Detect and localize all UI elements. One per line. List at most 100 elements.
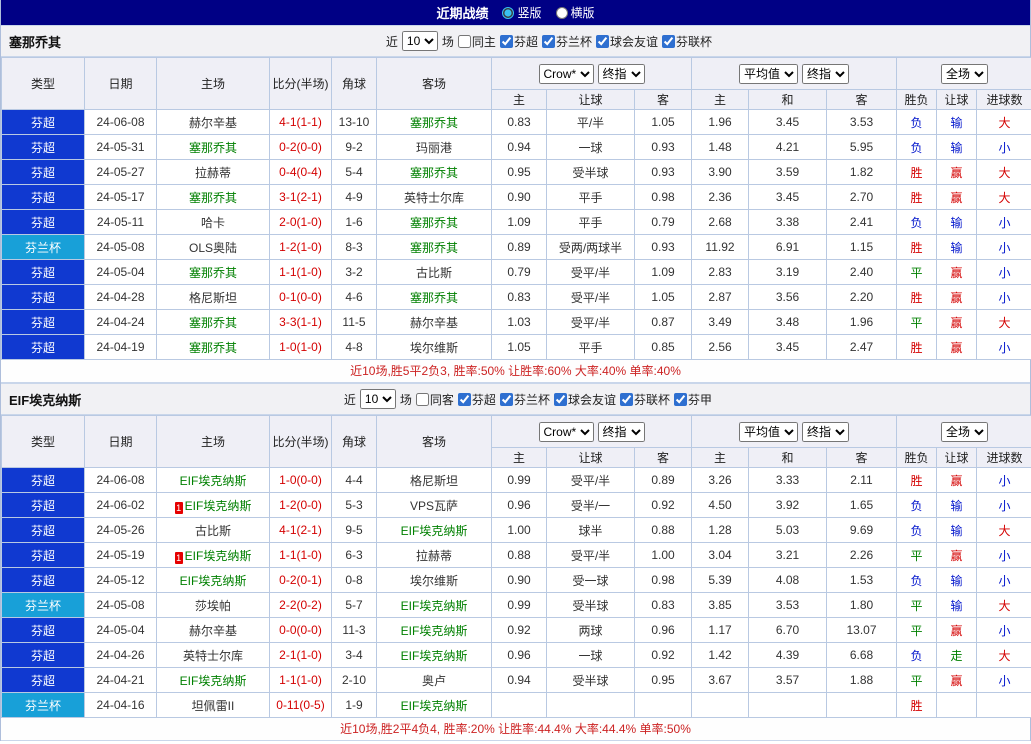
match-count-select[interactable]: 10 [401, 31, 438, 51]
period-select[interactable]: 全场 [941, 421, 989, 442]
home-team-cell[interactable]: 塞那乔其 [156, 334, 270, 360]
away-team-cell[interactable]: 奥卢 [376, 667, 492, 693]
average-select[interactable]: 平均值 [739, 63, 798, 84]
sub-col-header: 客 [634, 89, 692, 110]
average-select[interactable]: 平均值 [739, 421, 798, 442]
home-team-cell[interactable]: EIF埃克纳斯 [156, 567, 270, 593]
vertical-layout-radio[interactable] [502, 6, 515, 19]
result-cell: 胜 [896, 159, 938, 185]
corners-cell: 1-6 [331, 209, 377, 235]
league-filter-芬联杯[interactable]: 芬联杯 [661, 33, 712, 50]
home-team-cell[interactable]: 赫尔辛基 [156, 109, 270, 135]
bookmaker-select[interactable]: Crow* [538, 421, 594, 442]
goals-result-cell: 大 [976, 184, 1031, 210]
home-team-cell[interactable]: 赫尔辛基 [156, 617, 270, 643]
league-filter-球会友谊[interactable]: 球会友谊 [553, 391, 616, 408]
away-team-cell[interactable]: 英特士尔库 [376, 184, 492, 210]
league-checkbox[interactable] [541, 34, 555, 48]
away-team-cell[interactable]: 塞那乔其 [376, 159, 492, 185]
avg-away-cell: 13.07 [825, 617, 898, 643]
same-venue-filter[interactable]: 同主 [457, 33, 496, 50]
home-team-cell[interactable]: 格尼斯坦 [156, 284, 270, 310]
match-count-select[interactable]: 10 [359, 389, 396, 409]
away-team-cell[interactable]: 塞那乔其 [376, 234, 492, 260]
league-filter-芬联杯[interactable]: 芬联杯 [619, 391, 670, 408]
league-checkbox[interactable] [673, 392, 687, 406]
away-team-cell[interactable]: 拉赫蒂 [376, 542, 492, 568]
goals-result-cell: 小 [976, 542, 1031, 568]
away-team-cell[interactable]: 塞那乔其 [376, 209, 492, 235]
bookmaker-select[interactable]: Crow* [538, 63, 594, 84]
league-filter-label: 芬兰杯 [513, 392, 550, 407]
away-team-cell[interactable]: 玛丽港 [376, 134, 492, 160]
odds-stage-select-2[interactable]: 终指 [802, 63, 849, 84]
league-checkbox[interactable] [499, 34, 513, 48]
league-checkbox[interactable] [499, 392, 513, 406]
handicap-result-cell: 输 [936, 109, 978, 135]
away-team-cell[interactable]: 古比斯 [376, 259, 492, 285]
league-filter-芬兰杯[interactable]: 芬兰杯 [499, 391, 550, 408]
home-team-cell[interactable]: 莎埃帕 [156, 592, 270, 618]
home-team-cell[interactable]: EIF埃克纳斯 [156, 467, 270, 493]
league-checkbox[interactable] [661, 34, 675, 48]
league-filter-芬超[interactable]: 芬超 [457, 391, 496, 408]
away-team-cell[interactable]: 塞那乔其 [376, 109, 492, 135]
same-venue-filter[interactable]: 同客 [415, 391, 454, 408]
home-team-cell[interactable]: 英特士尔库 [156, 642, 270, 668]
layout-radio-vertical[interactable]: 竖版 [502, 4, 542, 21]
horizontal-layout-radio[interactable] [555, 6, 568, 19]
odds-group-bookmaker: Crow* 终指 [491, 57, 692, 90]
score-cell: 1-1(1-0) [269, 667, 332, 693]
home-team-cell[interactable]: 1 EIF埃克纳斯 [156, 492, 270, 518]
away-team-cell[interactable]: EIF埃克纳斯 [376, 592, 492, 618]
league-checkbox[interactable] [595, 34, 609, 48]
period-select[interactable]: 全场 [941, 63, 989, 84]
league-filter-球会友谊[interactable]: 球会友谊 [595, 33, 658, 50]
home-team-cell[interactable]: EIF埃克纳斯 [156, 667, 270, 693]
odds-stage-select-1[interactable]: 终指 [597, 63, 645, 84]
home-team-cell[interactable]: 拉赫蒂 [156, 159, 270, 185]
league-filter-芬超[interactable]: 芬超 [499, 33, 538, 50]
home-team-cell[interactable]: 古比斯 [156, 517, 270, 543]
away-team-cell[interactable]: 格尼斯坦 [376, 467, 492, 493]
col-header: 主场 [156, 57, 270, 110]
result-cell: 负 [896, 492, 938, 518]
league-checkbox[interactable] [457, 392, 471, 406]
layout-radio-horizontal[interactable]: 横版 [555, 4, 595, 21]
goals-result-cell [976, 692, 1031, 718]
league-filter-芬兰杯[interactable]: 芬兰杯 [541, 33, 592, 50]
away-team-cell[interactable]: 埃尔维斯 [376, 567, 492, 593]
away-team-cell[interactable]: 埃尔维斯 [376, 334, 492, 360]
away-team-cell[interactable]: EIF埃克纳斯 [376, 692, 492, 718]
odds-stage-select-2[interactable]: 终指 [802, 421, 849, 442]
home-team-cell[interactable]: 塞那乔其 [156, 309, 270, 335]
league-checkbox[interactable] [553, 392, 567, 406]
home-team-cell[interactable]: 塞那乔其 [156, 184, 270, 210]
away-team-cell[interactable]: EIF埃克纳斯 [376, 642, 492, 668]
date-cell: 24-05-04 [84, 617, 157, 643]
away-team-cell[interactable]: EIF埃克纳斯 [376, 617, 492, 643]
league-filter-label: 芬联杯 [675, 34, 712, 49]
odds-away-cell: 0.83 [634, 592, 692, 618]
league-filter-芬甲[interactable]: 芬甲 [673, 391, 712, 408]
away-team-cell[interactable]: 赫尔辛基 [376, 309, 492, 335]
score-cell: 0-4(0-4) [269, 159, 332, 185]
home-team-cell[interactable]: 塞那乔其 [156, 259, 270, 285]
odds-home-cell: 0.96 [491, 492, 547, 518]
odds-stage-select-1[interactable]: 终指 [597, 421, 645, 442]
away-team-cell[interactable]: 塞那乔其 [376, 284, 492, 310]
home-team-cell[interactable]: 1 EIF埃克纳斯 [156, 542, 270, 568]
corners-cell: 4-4 [331, 467, 377, 493]
near-label: 近 [385, 34, 398, 49]
same-venue-checkbox[interactable] [415, 392, 429, 406]
away-team-cell[interactable]: EIF埃克纳斯 [376, 517, 492, 543]
league-checkbox[interactable] [619, 392, 633, 406]
home-team-cell[interactable]: 坦佩雷II [156, 692, 270, 718]
league-cell: 芬超 [1, 109, 85, 135]
avg-home-cell: 1.28 [691, 517, 749, 543]
home-team-cell[interactable]: 哈卡 [156, 209, 270, 235]
home-team-cell[interactable]: 塞那乔其 [156, 134, 270, 160]
away-team-cell[interactable]: VPS瓦萨 [376, 492, 492, 518]
home-team-cell[interactable]: OLS奥陆 [156, 234, 270, 260]
same-venue-checkbox[interactable] [457, 34, 471, 48]
